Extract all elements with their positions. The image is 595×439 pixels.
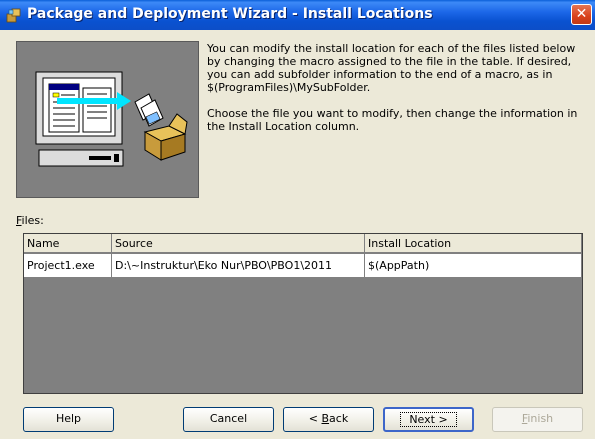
files-label: Files: xyxy=(16,214,44,227)
file-name-cell[interactable]: Project1.exe xyxy=(24,254,112,277)
close-icon: ✕ xyxy=(575,6,588,22)
cancel-button[interactable]: Cancel xyxy=(183,407,274,432)
back-button-rest: ack xyxy=(329,412,349,425)
back-button[interactable]: < Back xyxy=(283,407,374,432)
window-title: Package and Deployment Wizard - Install … xyxy=(27,6,433,22)
files-label-text: iles: xyxy=(21,214,44,227)
file-install-location-cell[interactable]: $(AppPath) xyxy=(365,254,582,277)
file-source-cell[interactable]: D:\~Instruktur\Eko Nur\PBO\PBO1\2011 xyxy=(112,254,365,277)
title-bar[interactable]: Package and Deployment Wizard - Install … xyxy=(0,0,595,30)
cancel-button-label: Cancel xyxy=(209,412,248,425)
wizard-description: You can modify the install location for … xyxy=(207,42,587,133)
next-button[interactable]: Next > xyxy=(383,407,474,432)
finish-button: Finish xyxy=(492,407,583,432)
next-button-label: Next > xyxy=(400,412,457,427)
help-button[interactable]: Help xyxy=(23,407,114,432)
column-header-name[interactable]: Name xyxy=(24,234,112,253)
wizard-illustration xyxy=(16,41,199,198)
close-button[interactable]: ✕ xyxy=(571,4,592,25)
back-button-prefix: < xyxy=(308,412,322,425)
package-icon xyxy=(6,8,21,23)
description-paragraph-2: Choose the file you want to modify, then… xyxy=(207,107,578,133)
finish-button-rest: inish xyxy=(527,412,554,425)
description-paragraph-1: You can modify the install location for … xyxy=(207,42,576,94)
column-header-install-location[interactable]: Install Location xyxy=(365,234,582,253)
computer-to-package-illustration xyxy=(35,71,188,167)
column-header-source[interactable]: Source xyxy=(112,234,365,253)
files-table[interactable]: Name Source Install Location Project1.ex… xyxy=(23,233,583,394)
back-button-accelerator: B xyxy=(321,412,330,425)
help-button-label: Help xyxy=(55,412,82,425)
